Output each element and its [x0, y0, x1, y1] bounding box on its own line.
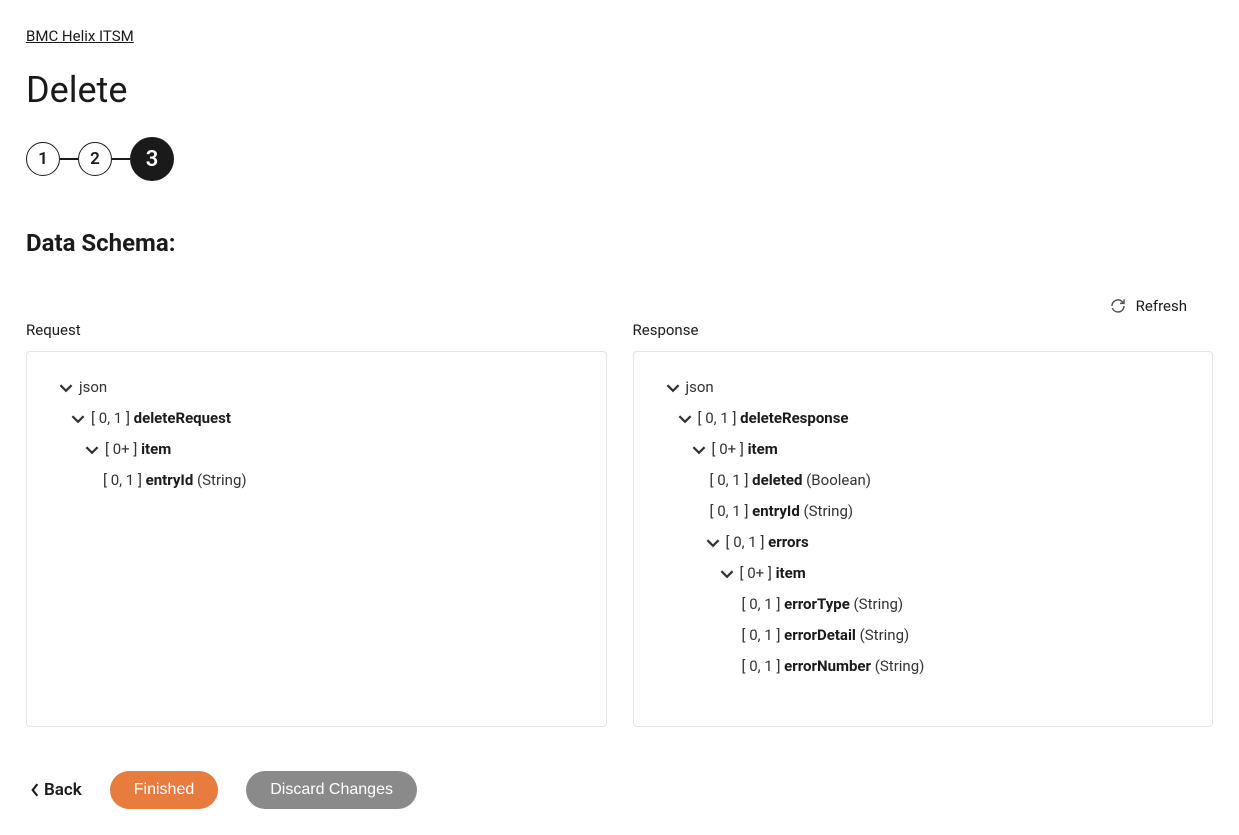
tree-field-name: entryId [752, 501, 800, 522]
page-title: Delete [26, 69, 1213, 111]
tree-node-label: json [686, 377, 714, 398]
section-title: Data Schema: [26, 229, 1213, 257]
tree-cardinality: [ 0+ ] [740, 563, 772, 584]
refresh-label: Refresh [1136, 297, 1187, 315]
tree-node-errors[interactable]: [ 0, 1 ] errors [658, 527, 1189, 558]
tree-cardinality: [ 0, 1 ] [742, 594, 781, 615]
tree-cardinality: [ 0+ ] [105, 439, 137, 460]
chevron-down-icon [678, 412, 692, 426]
chevron-down-icon [692, 443, 706, 457]
tree-field-type: (String) [860, 625, 910, 646]
tree-field-name: item [748, 439, 778, 460]
tree-cardinality: [ 0, 1 ] [698, 408, 737, 429]
tree-node-deleteRequest[interactable]: [ 0, 1 ] deleteRequest [51, 403, 582, 434]
request-schema-box: json [ 0, 1 ] deleteRequest [ 0+ ] item … [26, 351, 607, 727]
chevron-left-icon [30, 783, 40, 797]
chevron-down-icon [59, 381, 73, 395]
step-connector [112, 158, 130, 160]
tree-node-deleted[interactable]: [ 0, 1 ] deleted (Boolean) [658, 465, 1189, 496]
request-column: Request json [ 0, 1 ] deleteRequest [ 0+… [26, 321, 607, 727]
refresh-icon [1110, 298, 1126, 314]
footer-bar: Back Finished Discard Changes [26, 771, 1213, 809]
tree-field-name: errors [768, 532, 809, 553]
finished-button[interactable]: Finished [110, 771, 218, 809]
tree-field-name: entryId [146, 470, 194, 491]
tree-cardinality: [ 0, 1 ] [742, 656, 781, 677]
chevron-down-icon [85, 443, 99, 457]
tree-node-entryId[interactable]: [ 0, 1 ] entryId (String) [51, 465, 582, 496]
tree-field-name: errorType [784, 594, 850, 615]
tree-node-json[interactable]: json [51, 372, 582, 403]
tree-node-json[interactable]: json [658, 372, 1189, 403]
back-button[interactable]: Back [30, 780, 82, 800]
discard-changes-button[interactable]: Discard Changes [246, 771, 417, 809]
tree-field-name: deleteResponse [740, 408, 848, 429]
step-2[interactable]: 2 [78, 142, 112, 176]
tree-field-name: deleted [752, 470, 802, 491]
breadcrumb-link[interactable]: BMC Helix ITSM [26, 27, 134, 45]
step-1[interactable]: 1 [26, 142, 60, 176]
tree-field-name: item [141, 439, 171, 460]
stepper: 1 2 3 [26, 137, 1213, 181]
step-3-active[interactable]: 3 [130, 137, 174, 181]
chevron-down-icon [666, 381, 680, 395]
tree-cardinality: [ 0, 1 ] [91, 408, 130, 429]
chevron-down-icon [720, 567, 734, 581]
response-schema-box: json [ 0, 1 ] deleteResponse [ 0+ ] item… [633, 351, 1214, 727]
tree-node-entryId[interactable]: [ 0, 1 ] entryId (String) [658, 496, 1189, 527]
chevron-down-icon [706, 536, 720, 550]
refresh-button[interactable]: Refresh [1110, 297, 1187, 315]
tree-node-errorDetail[interactable]: [ 0, 1 ] errorDetail (String) [658, 620, 1189, 651]
tree-cardinality: [ 0, 1 ] [710, 470, 749, 491]
tree-cardinality: [ 0+ ] [712, 439, 744, 460]
tree-field-name: deleteRequest [134, 408, 231, 429]
tree-node-label: json [79, 377, 107, 398]
tree-field-type: (String) [854, 594, 904, 615]
tree-node-errorNumber[interactable]: [ 0, 1 ] errorNumber (String) [658, 651, 1189, 682]
tree-field-name: item [776, 563, 806, 584]
chevron-down-icon [71, 412, 85, 426]
tree-node-deleteResponse[interactable]: [ 0, 1 ] deleteResponse [658, 403, 1189, 434]
tree-field-type: (String) [875, 656, 925, 677]
tree-cardinality: [ 0, 1 ] [726, 532, 765, 553]
tree-cardinality: [ 0, 1 ] [710, 501, 749, 522]
tree-field-name: errorNumber [784, 656, 871, 677]
request-label: Request [26, 321, 607, 339]
tree-cardinality: [ 0, 1 ] [742, 625, 781, 646]
tree-field-type: (String) [197, 470, 247, 491]
back-label: Back [44, 780, 82, 800]
tree-cardinality: [ 0, 1 ] [103, 470, 142, 491]
tree-node-item[interactable]: [ 0+ ] item [658, 434, 1189, 465]
response-column: Response json [ 0, 1 ] deleteResponse [ … [633, 321, 1214, 727]
step-connector [60, 158, 78, 160]
tree-node-item[interactable]: [ 0+ ] item [51, 434, 582, 465]
tree-node-errorType[interactable]: [ 0, 1 ] errorType (String) [658, 589, 1189, 620]
tree-node-errors-item[interactable]: [ 0+ ] item [658, 558, 1189, 589]
tree-field-type: (Boolean) [806, 470, 871, 491]
tree-field-name: errorDetail [784, 625, 856, 646]
tree-field-type: (String) [804, 501, 854, 522]
response-label: Response [633, 321, 1214, 339]
